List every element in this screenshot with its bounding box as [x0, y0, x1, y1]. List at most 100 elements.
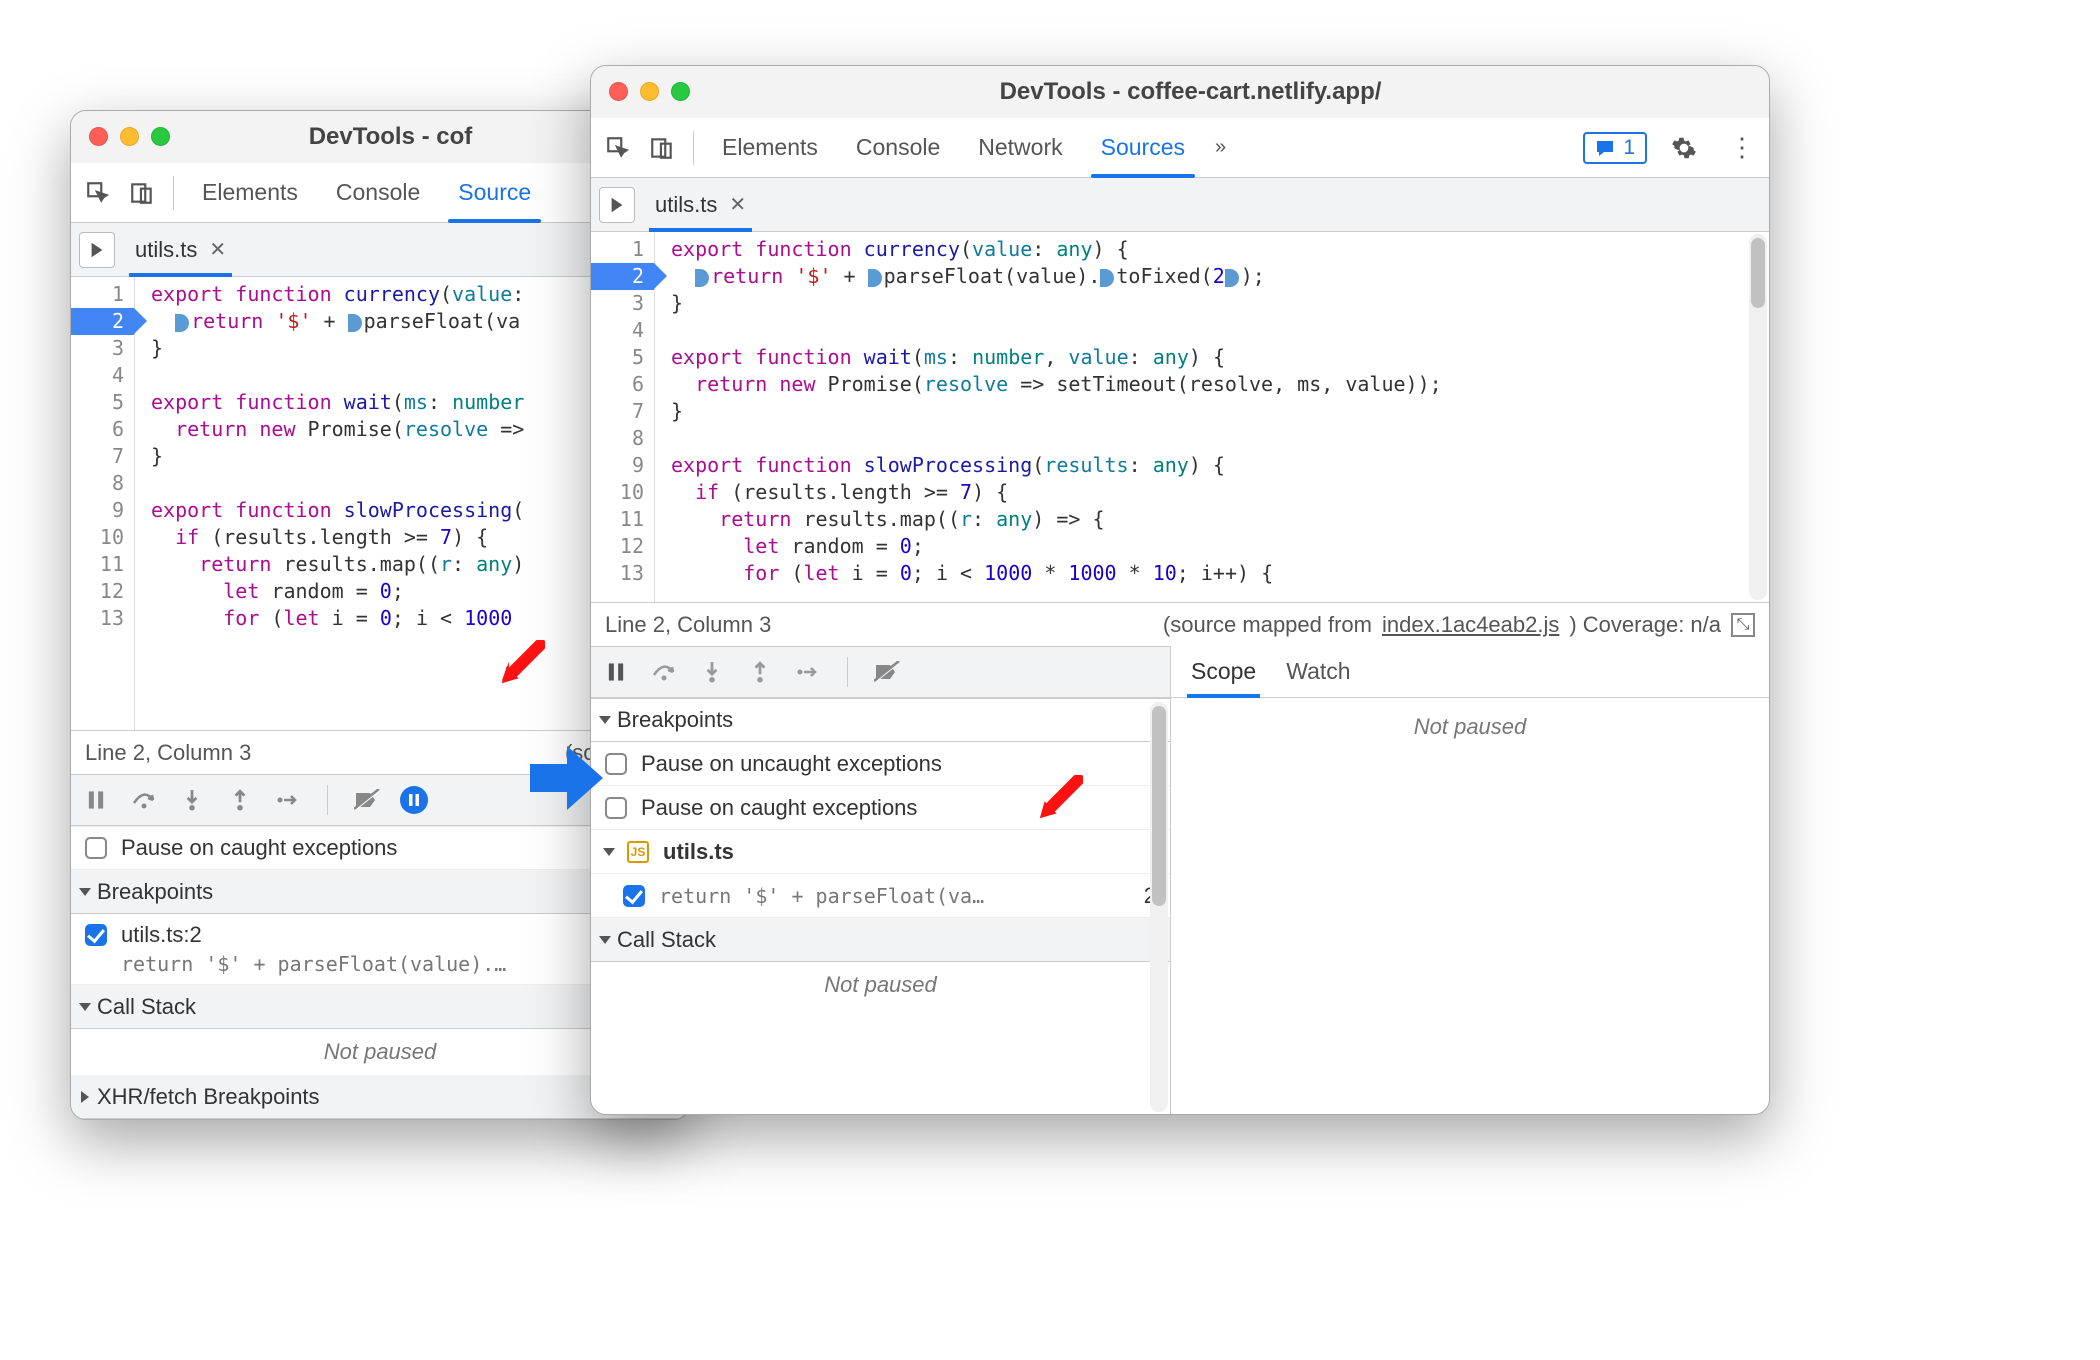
line-number[interactable]: 11	[591, 506, 654, 533]
line-number[interactable]: 12	[591, 533, 654, 560]
collapse-icon[interactable]: ⤡	[1731, 613, 1755, 637]
scrollbar[interactable]	[1150, 702, 1168, 1112]
pause-caught-row[interactable]: Pause on caught exceptions	[591, 786, 1170, 830]
tab-watch[interactable]: Watch	[1286, 646, 1350, 697]
line-number[interactable]: 5	[71, 389, 134, 416]
tab-sources[interactable]: Source	[440, 163, 549, 222]
callstack-label: Call Stack	[617, 927, 716, 953]
separator	[693, 131, 694, 165]
kebab-menu-icon[interactable]: ⋮	[1721, 127, 1763, 169]
scrollbar-thumb[interactable]	[1152, 706, 1166, 906]
scrollbar-thumb[interactable]	[1751, 238, 1765, 308]
file-tab-label: utils.ts	[135, 237, 197, 263]
window-title: DevTools - coffee-cart.netlify.app/	[700, 78, 1681, 106]
pause-resume-icon[interactable]	[81, 785, 111, 815]
checkbox[interactable]	[605, 797, 627, 819]
line-number[interactable]: 13	[591, 560, 654, 587]
issues-button[interactable]: 1	[1583, 132, 1647, 164]
pause-exceptions-icon[interactable]	[400, 786, 428, 814]
breakpoint-file-row[interactable]: JS utils.ts	[591, 830, 1170, 874]
line-number[interactable]: 6	[591, 371, 654, 398]
line-number[interactable]: 11	[71, 551, 134, 578]
checkbox[interactable]	[85, 837, 107, 859]
inspect-icon[interactable]	[77, 172, 119, 214]
line-number[interactable]: 1	[71, 281, 134, 308]
deactivate-breakpoints-icon[interactable]	[872, 657, 902, 687]
close-icon[interactable]	[89, 127, 108, 146]
scrollbar[interactable]	[1749, 234, 1767, 600]
source-map-link[interactable]: index.1ac4eab2.js	[1382, 612, 1559, 638]
tab-console[interactable]: Console	[838, 118, 958, 177]
tab-sources[interactable]: Sources	[1083, 118, 1203, 177]
step-into-icon[interactable]	[177, 785, 207, 815]
minimize-icon[interactable]	[640, 82, 659, 101]
line-number[interactable]: 10	[71, 524, 134, 551]
breakpoints-header[interactable]: Breakpoints	[591, 698, 1170, 742]
line-number[interactable]: 6	[71, 416, 134, 443]
window-title: DevTools - cof	[180, 123, 601, 151]
device-toggle-icon[interactable]	[121, 172, 163, 214]
source-map-prefix: (source mapped from	[1163, 612, 1372, 638]
pause-resume-icon[interactable]	[601, 657, 631, 687]
file-tab-utils[interactable]: utils.ts ✕	[641, 178, 760, 231]
step-icon[interactable]	[273, 785, 303, 815]
gutter[interactable]: 1 2 3 4 5 6 7 8 9 10 11 12 13	[591, 232, 655, 602]
breakpoint-entry[interactable]: return '$' + parseFloat(va… 2	[591, 874, 1170, 918]
line-number[interactable]: 7	[591, 398, 654, 425]
zoom-icon[interactable]	[151, 127, 170, 146]
checkbox[interactable]	[605, 753, 627, 775]
tab-elements[interactable]: Elements	[704, 118, 836, 177]
tab-network[interactable]: Network	[960, 118, 1080, 177]
file-nav-toggle-icon[interactable]	[599, 187, 635, 223]
step-out-icon[interactable]	[745, 657, 775, 687]
file-tab-utils[interactable]: utils.ts ✕	[121, 223, 240, 276]
step-into-icon[interactable]	[697, 657, 727, 687]
line-number[interactable]: 8	[591, 425, 654, 452]
cursor-position: Line 2, Column 3	[85, 740, 251, 766]
line-number[interactable]: 1	[591, 236, 654, 263]
line-number[interactable]: 4	[591, 317, 654, 344]
code-editor[interactable]: 1 2 3 4 5 6 7 8 9 10 11 12 13 export fun…	[591, 232, 1769, 602]
line-number[interactable]: 13	[71, 605, 134, 632]
close-icon[interactable]: ✕	[729, 192, 746, 217]
editor-statusbar: Line 2, Column 3 (source mapped from ind…	[591, 602, 1769, 646]
step-icon[interactable]	[793, 657, 823, 687]
line-number-breakpoint[interactable]: 2	[591, 263, 654, 290]
callstack-header[interactable]: Call Stack	[591, 918, 1170, 962]
step-over-icon[interactable]	[129, 785, 159, 815]
line-number[interactable]: 8	[71, 470, 134, 497]
line-number[interactable]: 9	[591, 452, 654, 479]
inspect-icon[interactable]	[597, 127, 639, 169]
checkbox[interactable]	[85, 924, 107, 946]
settings-icon[interactable]	[1663, 127, 1705, 169]
line-number-breakpoint[interactable]: 2	[71, 308, 134, 335]
zoom-icon[interactable]	[671, 82, 690, 101]
checkbox[interactable]	[623, 885, 645, 907]
line-number[interactable]: 4	[71, 362, 134, 389]
tab-elements[interactable]: Elements	[184, 163, 316, 222]
callstack-not-paused: Not paused	[591, 962, 1170, 1008]
step-out-icon[interactable]	[225, 785, 255, 815]
disclosure-icon	[603, 848, 615, 856]
file-nav-toggle-icon[interactable]	[79, 232, 115, 268]
close-icon[interactable]: ✕	[209, 237, 226, 262]
code-content[interactable]: export function currency(value: any) { r…	[655, 232, 1769, 602]
tab-console[interactable]: Console	[318, 163, 438, 222]
breakpoints-label: Breakpoints	[97, 879, 213, 905]
more-tabs-icon[interactable]: »	[1205, 136, 1236, 159]
pause-uncaught-row[interactable]: Pause on uncaught exceptions	[591, 742, 1170, 786]
line-number[interactable]: 7	[71, 443, 134, 470]
device-toggle-icon[interactable]	[641, 127, 683, 169]
line-number[interactable]: 9	[71, 497, 134, 524]
minimize-icon[interactable]	[120, 127, 139, 146]
line-number[interactable]: 10	[591, 479, 654, 506]
line-number[interactable]: 3	[591, 290, 654, 317]
step-over-icon[interactable]	[649, 657, 679, 687]
close-icon[interactable]	[609, 82, 628, 101]
gutter[interactable]: 1 2 3 4 5 6 7 8 9 10 11 12 13	[71, 277, 135, 730]
line-number[interactable]: 5	[591, 344, 654, 371]
deactivate-breakpoints-icon[interactable]	[352, 785, 382, 815]
line-number[interactable]: 3	[71, 335, 134, 362]
tab-scope[interactable]: Scope	[1191, 646, 1256, 697]
line-number[interactable]: 12	[71, 578, 134, 605]
